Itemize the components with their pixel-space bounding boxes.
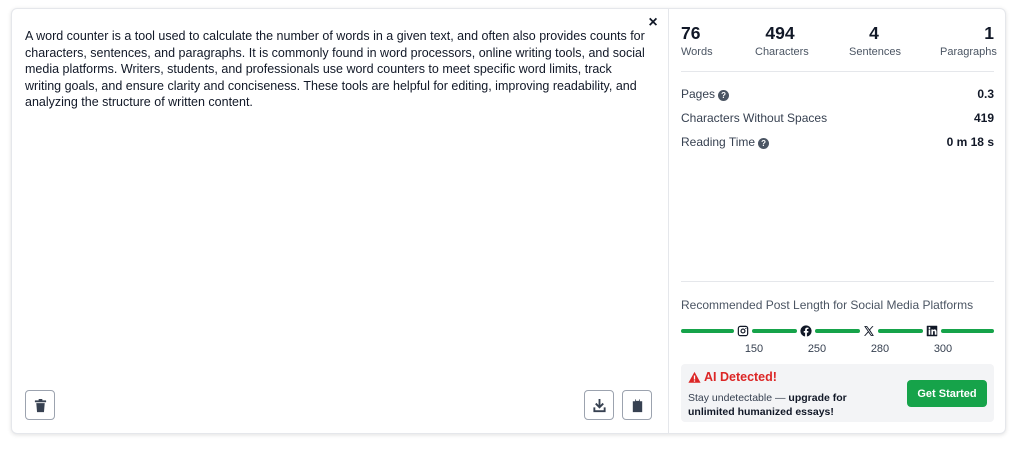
detail-value: 419	[973, 111, 994, 125]
stat-label: Characters	[755, 46, 809, 58]
detail-value: 0 m 18 s	[946, 135, 994, 149]
stat-label: Sentences	[849, 46, 901, 58]
ai-detected-banner: AI Detected! Stay undetectable — upgrade…	[681, 364, 994, 422]
delete-button[interactable]	[25, 390, 55, 420]
download-icon	[592, 398, 606, 412]
x-limit: 280	[870, 343, 890, 355]
stats-panel: 76 Words 494 Characters 4 Sentences 1 Pa…	[669, 9, 1005, 433]
warning-icon	[688, 371, 701, 383]
text-input-area[interactable]: A word counter is a tool used to calcula…	[25, 28, 650, 111]
stat-value: 1	[984, 23, 994, 43]
clear-text-button[interactable]: ×	[645, 14, 661, 31]
detail-value: 0.3	[977, 87, 994, 101]
social-length-bar	[681, 324, 994, 338]
download-button[interactable]	[584, 390, 614, 420]
instagram-icon	[736, 324, 750, 338]
stat-value: 4	[869, 23, 879, 43]
trash-icon	[34, 398, 46, 412]
detail-label: Characters Without Spaces	[681, 111, 828, 125]
ai-detected-title: AI Detected!	[688, 370, 777, 384]
stat-characters: 494 Characters	[755, 23, 809, 58]
text-editor-panel[interactable]: A word counter is a tool used to calcula…	[12, 9, 669, 433]
stat-words: 76 Words	[681, 23, 713, 58]
x-icon	[862, 324, 876, 338]
detail-label: Reading Time	[681, 135, 756, 149]
ai-text-plain: Stay undetectable —	[688, 392, 789, 404]
bar-segment	[752, 329, 797, 333]
word-counter-card: A word counter is a tool used to calcula…	[11, 8, 1006, 434]
bar-segment	[941, 329, 994, 333]
bar-segment	[815, 329, 860, 333]
bar-segment	[878, 329, 923, 333]
clipboard-icon	[632, 398, 642, 412]
facebook-limit: 250	[807, 343, 827, 355]
facebook-icon	[799, 324, 813, 338]
divider	[681, 71, 994, 72]
stat-label: Words	[681, 46, 713, 58]
bar-segment	[681, 329, 734, 333]
stat-sentences: 4 Sentences	[849, 23, 901, 58]
ai-title-text: AI Detected!	[704, 370, 777, 384]
stat-label: Paragraphs	[940, 46, 997, 58]
detail-label: Pages	[681, 87, 716, 101]
linkedin-icon	[925, 324, 939, 338]
stat-value: 76	[681, 23, 701, 43]
stat-paragraphs: 1 Paragraphs	[940, 23, 997, 58]
detail-chars-no-spaces: Characters Without Spaces 419	[681, 111, 994, 127]
ai-upgrade-text: Stay undetectable — upgrade for unlimite…	[688, 391, 893, 419]
stats-summary: 76 Words 494 Characters 4 Sentences 1 Pa…	[681, 23, 997, 71]
copy-button[interactable]	[622, 390, 652, 420]
divider	[681, 281, 994, 282]
stat-value: 494	[765, 23, 795, 43]
social-length-title: Recommended Post Length for Social Media…	[681, 298, 974, 312]
help-icon[interactable]: ?	[718, 90, 730, 101]
help-icon[interactable]: ?	[758, 138, 770, 149]
detail-reading-time: Reading Time? 0 m 18 s	[681, 135, 994, 151]
detail-pages: Pages? 0.3	[681, 87, 994, 103]
get-started-button[interactable]: Get Started	[907, 380, 987, 407]
linkedin-limit: 300	[933, 343, 953, 355]
instagram-limit: 150	[744, 343, 764, 355]
